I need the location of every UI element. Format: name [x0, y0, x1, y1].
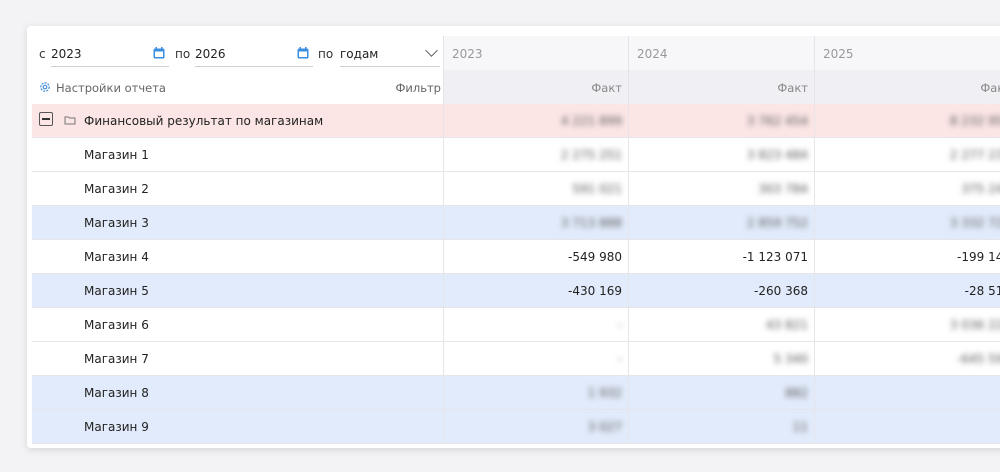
cell-value: -430 169 [568, 284, 622, 298]
cell-value: -645 594 [957, 352, 1000, 366]
cell-value: 3 027 [587, 420, 622, 434]
from-year-value: 2023 [51, 47, 82, 61]
cell-value: 3 823 484 [746, 148, 808, 162]
cell-value: - [617, 318, 622, 332]
table-row[interactable]: Магазин 6 - 43 821 3 036 223 [32, 308, 1000, 342]
cell-value: 2 275 251 [560, 148, 622, 162]
column-header-2024: 2024 Факт [628, 36, 815, 105]
cell-value: 303 784 [758, 182, 808, 196]
table-row[interactable]: Магазин 2 591 021 303 784 375 241 [32, 172, 1000, 206]
from-year-input[interactable]: 2023 [51, 42, 169, 67]
calendar-icon[interactable] [153, 47, 165, 59]
cell-value: 1 932 [587, 386, 622, 400]
row-label: Магазин 3 [84, 216, 149, 230]
cell-value: 375 241 [961, 182, 1000, 196]
period-select[interactable]: годам [340, 42, 440, 67]
row-label: Финансовый результат по магазинам [84, 114, 324, 128]
cell-value: -1 123 071 [742, 250, 808, 264]
column-header-2023: 2023 Факт [443, 36, 629, 105]
table-row-group[interactable]: Финансовый результат по магазинам 4 221 … [32, 104, 1000, 138]
table-row[interactable]: Магазин 3 3 713 888 2 859 752 3 332 722 [32, 206, 1000, 240]
row-label: Магазин 6 [84, 318, 149, 332]
metric-label: Факт [591, 81, 622, 95]
by-label: по [318, 47, 334, 61]
cell-value: 882 [785, 386, 808, 400]
report-card: с 2023 по 2026 по годам Настройки отчета… [27, 26, 1000, 448]
cell-value: 2 859 752 [746, 216, 808, 230]
table-row[interactable]: Магазин 5 -430 169 -260 368 -28 516 [32, 274, 1000, 308]
year-label: 2023 [452, 47, 483, 61]
year-label: 2024 [637, 47, 668, 61]
cell-value: -260 368 [754, 284, 808, 298]
row-label: Магазин 9 [84, 420, 149, 434]
collapse-toggle[interactable] [39, 112, 53, 126]
cell-value: 43 821 [766, 318, 808, 332]
cell-value: 3 036 223 [949, 318, 1000, 332]
table-row[interactable]: Магазин 8 1 932 882 - [32, 376, 1000, 410]
table-row[interactable]: Магазин 7 - 5 340 -645 594 [32, 342, 1000, 376]
cell-value: -28 516 [964, 284, 1000, 298]
to-year-input[interactable]: 2026 [195, 42, 313, 67]
cell-value: 8 232 952 [949, 114, 1000, 128]
period-select-value: годам [340, 47, 379, 61]
cell-value: -199 144 [957, 250, 1000, 264]
row-label: Магазин 1 [84, 148, 149, 162]
cell-value: 11 [792, 420, 808, 434]
report-settings-link[interactable]: Настройки отчета [56, 81, 166, 95]
cell-value: 3 332 722 [949, 216, 1000, 230]
row-label: Магазин 7 [84, 352, 149, 366]
settings-bar: Настройки отчета Фильтр [32, 70, 443, 104]
filter-link[interactable]: Фильтр [395, 81, 441, 95]
chevron-down-icon[interactable] [425, 44, 438, 57]
table-row[interactable]: Магазин 9 3 027 11 - [32, 410, 1000, 444]
cell-value: 5 340 [773, 352, 808, 366]
gear-icon[interactable] [39, 81, 51, 93]
to-label: по [175, 47, 191, 61]
cell-value: 3 762 454 [746, 114, 808, 128]
period-filters: с 2023 по 2026 по годам [32, 36, 443, 70]
cell-value: 3 713 888 [560, 216, 622, 230]
cell-value: 591 021 [572, 182, 622, 196]
row-label: Магазин 8 [84, 386, 149, 400]
calendar-icon[interactable] [297, 47, 309, 59]
row-label: Магазин 2 [84, 182, 149, 196]
year-label: 2025 [823, 47, 854, 61]
row-label: Магазин 4 [84, 250, 149, 264]
column-header-2025: 2025 Факт [814, 36, 1000, 105]
folder-icon [64, 116, 76, 125]
metric-label: Факт [777, 81, 808, 95]
cell-value: 4 221 899 [560, 114, 622, 128]
metric-label: Факт [980, 81, 1000, 95]
row-label: Магазин 5 [84, 284, 149, 298]
cell-value: -549 980 [568, 250, 622, 264]
table-row[interactable]: Магазин 1 2 275 251 3 823 484 2 277 231 [32, 138, 1000, 172]
cell-value: 2 277 231 [949, 148, 1000, 162]
table-row[interactable]: Магазин 4 -549 980 -1 123 071 -199 144 [32, 240, 1000, 274]
from-label: с [39, 47, 46, 61]
cell-value: - [617, 352, 622, 366]
to-year-value: 2026 [195, 47, 226, 61]
report-table-body: Финансовый результат по магазинам 4 221 … [32, 104, 1000, 444]
